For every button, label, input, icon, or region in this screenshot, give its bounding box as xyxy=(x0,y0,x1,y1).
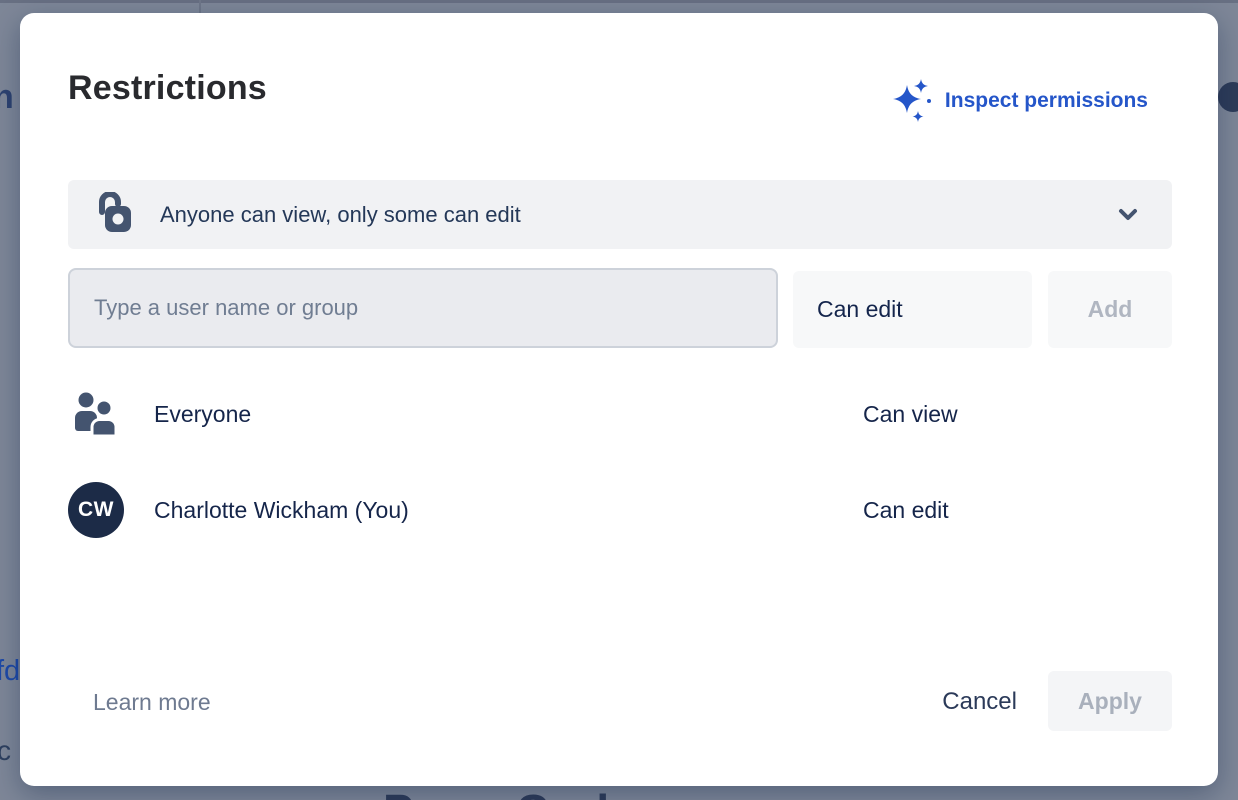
add-restriction-row: Can edit Add xyxy=(68,268,1172,348)
background-text-fragment: c xyxy=(0,735,11,767)
entry-permission[interactable]: Can view xyxy=(863,401,958,428)
people-icon xyxy=(68,386,124,442)
background-page-title-partial: Page Code xyxy=(383,784,783,800)
background-page-divider xyxy=(199,0,201,14)
access-level-value: Anyone can view, only some can edit xyxy=(160,202,521,228)
sparkle-icon xyxy=(891,79,931,123)
learn-more-link[interactable]: Learn more xyxy=(93,689,211,716)
inspect-permissions-label: Inspect permissions xyxy=(945,89,1148,113)
chevron-down-icon xyxy=(1117,204,1139,229)
background-avatar-partial xyxy=(1218,82,1238,112)
restriction-entry-user: CW Charlotte Wickham (You) Can edit xyxy=(68,482,1172,538)
cancel-button[interactable]: Cancel xyxy=(942,688,1017,716)
restrictions-dialog: Restrictions Inspect permissions Anyone … xyxy=(20,13,1218,786)
background-text-fragment: fd xyxy=(0,655,20,688)
background-page-top-border xyxy=(0,0,1238,3)
avatar: CW xyxy=(68,482,124,538)
add-button[interactable]: Add xyxy=(1048,271,1172,348)
entry-name: Charlotte Wickham (You) xyxy=(154,497,409,524)
background-text-fragment: n xyxy=(0,78,14,117)
unlock-icon xyxy=(93,192,131,237)
entry-permission[interactable]: Can edit xyxy=(863,497,949,524)
access-level-dropdown[interactable]: Anyone can view, only some can edit xyxy=(68,180,1172,249)
apply-button[interactable]: Apply xyxy=(1048,671,1172,731)
user-search-input[interactable] xyxy=(68,268,778,348)
dialog-title: Restrictions xyxy=(68,69,267,108)
restriction-entry-everyone: Everyone Can view xyxy=(68,386,1172,442)
entry-name: Everyone xyxy=(154,401,251,428)
permission-select-button[interactable]: Can edit xyxy=(793,271,1032,348)
inspect-permissions-link[interactable]: Inspect permissions xyxy=(891,79,1148,123)
